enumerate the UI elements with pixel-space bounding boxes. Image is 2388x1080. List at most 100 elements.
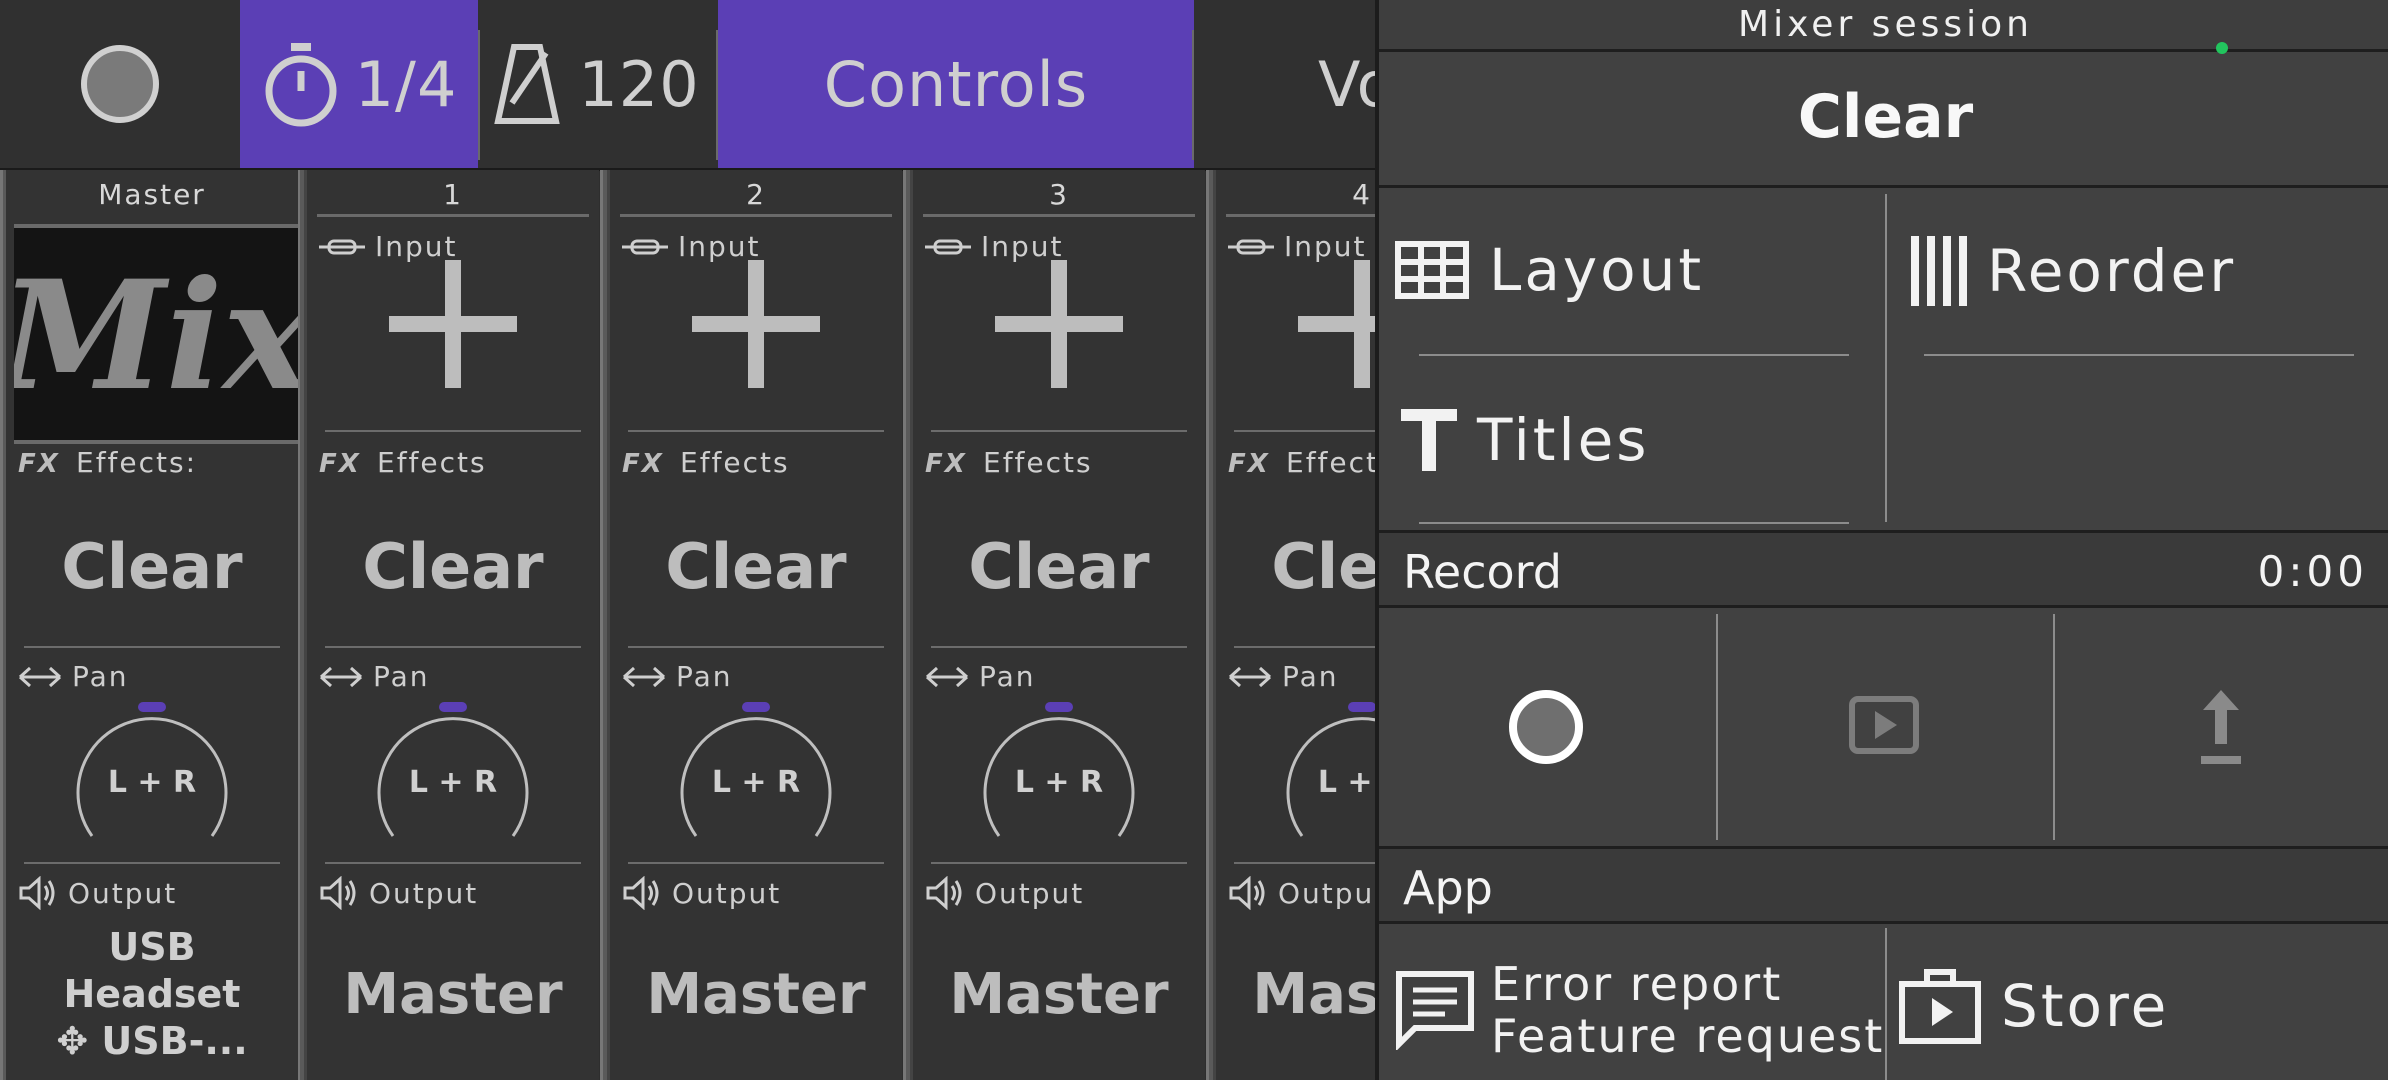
pan-indicator bbox=[1348, 702, 1375, 712]
divider bbox=[1419, 354, 1849, 356]
reorder-bars-icon bbox=[1911, 236, 1967, 306]
fx-icon: FX bbox=[319, 450, 361, 476]
effects-value[interactable]: Clear bbox=[6, 530, 298, 603]
pan-knob[interactable]: L + R bbox=[1280, 700, 1375, 850]
pan-arrows-icon bbox=[319, 666, 363, 687]
divider bbox=[1924, 354, 2354, 356]
feedback-labels: Error report Feature request bbox=[1491, 958, 1884, 1062]
pan-arrows-icon bbox=[925, 666, 969, 687]
divider bbox=[1419, 522, 1849, 524]
output-value[interactable]: Master bbox=[913, 962, 1205, 1027]
strip-divider bbox=[903, 170, 913, 1080]
divider bbox=[1226, 214, 1375, 217]
pan-indicator bbox=[138, 702, 166, 712]
output-label: Output bbox=[1228, 876, 1375, 910]
quantize-value: 1/4 bbox=[354, 47, 458, 121]
panel-title: Mixer session bbox=[1738, 4, 2033, 45]
add-plus-icon[interactable] bbox=[995, 260, 1123, 388]
pan-label-text: Pan bbox=[72, 660, 129, 693]
effects-label-text: Effects bbox=[983, 446, 1093, 479]
divider bbox=[2053, 614, 2055, 840]
record-circle-icon bbox=[1509, 690, 1583, 764]
titles-label: Titles bbox=[1477, 406, 1650, 474]
metronome-icon bbox=[494, 44, 561, 124]
layout-button[interactable]: Layout bbox=[1395, 236, 1704, 304]
add-plus-icon[interactable] bbox=[692, 260, 820, 388]
clear-button[interactable]: Clear bbox=[1379, 52, 2388, 188]
play-button[interactable] bbox=[1849, 696, 1919, 754]
output-value[interactable]: Master bbox=[307, 962, 599, 1027]
tab-next[interactable]: Vo bbox=[1194, 0, 1375, 168]
upload-button[interactable] bbox=[2199, 688, 2243, 766]
channel-name: 3 bbox=[1049, 178, 1069, 211]
feedback-icon bbox=[1396, 971, 1474, 1050]
divider bbox=[478, 30, 480, 160]
channel-strip: 2 Input FX Effects Clear Pan L + R Outpu… bbox=[610, 170, 902, 1080]
output-label-text: Output bbox=[68, 876, 178, 910]
svg-text:FX: FX bbox=[319, 450, 361, 476]
input-label: Input bbox=[925, 230, 1064, 263]
divider bbox=[1234, 646, 1375, 648]
title-t-icon bbox=[1401, 409, 1457, 471]
fx-icon: FX bbox=[18, 450, 58, 476]
record-label: Record bbox=[1403, 545, 1562, 599]
effects-value[interactable]: Clear bbox=[610, 530, 902, 603]
record-toggle-button[interactable] bbox=[0, 0, 240, 168]
transport-bar: 1/4 120 Controls Vo bbox=[0, 0, 1375, 171]
divider bbox=[325, 430, 581, 432]
record-button[interactable] bbox=[1507, 688, 1585, 766]
master-input-art[interactable]: Mix bbox=[0, 224, 314, 444]
divider bbox=[628, 646, 884, 648]
reorder-button[interactable]: Reorder bbox=[1909, 234, 2236, 308]
pan-knob[interactable]: L + R bbox=[977, 700, 1141, 850]
effects-value[interactable]: Clear bbox=[307, 530, 599, 603]
output-device[interactable]: USB Headset ✥ USB-... bbox=[6, 924, 298, 1065]
effects-label: FX Effects bbox=[925, 446, 1093, 479]
pan-arrows-icon bbox=[18, 666, 62, 687]
speaker-icon bbox=[1229, 876, 1265, 910]
effects-label: FX Effects bbox=[622, 446, 790, 479]
effects-value[interactable]: Clear bbox=[913, 530, 1205, 603]
app-section-header: App bbox=[1379, 846, 2388, 924]
store-button[interactable]: Store bbox=[1899, 968, 2169, 1044]
pan-knob[interactable]: L + R bbox=[371, 700, 535, 850]
pan-arrows-icon bbox=[622, 666, 666, 687]
titles-button[interactable]: Titles bbox=[1401, 406, 1650, 474]
store-icon bbox=[1899, 969, 1981, 1044]
divider bbox=[24, 862, 280, 864]
input-label: Input bbox=[1228, 230, 1367, 263]
output-label-text: Output bbox=[369, 876, 479, 910]
add-plus-icon[interactable] bbox=[1298, 260, 1375, 388]
output-label: Output bbox=[622, 876, 781, 910]
quantize-button[interactable]: 1/4 bbox=[240, 0, 478, 168]
output-label-text: Output bbox=[672, 876, 782, 910]
svg-text:FX: FX bbox=[925, 450, 967, 476]
app-label: App bbox=[1403, 861, 1493, 915]
speaker-icon bbox=[623, 876, 659, 910]
input-label-text: Input bbox=[375, 230, 458, 263]
effects-value[interactable]: Clear bbox=[1216, 530, 1375, 603]
divider bbox=[1716, 614, 1718, 840]
record-circle-icon bbox=[81, 45, 159, 123]
pan-label-text: Pan bbox=[979, 660, 1036, 693]
channel-strip-master: Master Mix FX Effects: Clear Pan L + R O… bbox=[0, 170, 314, 1080]
output-value[interactable]: Master bbox=[1216, 962, 1375, 1027]
pan-knob[interactable]: L + R bbox=[70, 700, 234, 850]
pan-value: L + R bbox=[712, 765, 800, 800]
output-label: Output bbox=[925, 876, 1084, 910]
grid-icon bbox=[1395, 241, 1469, 299]
divider bbox=[628, 862, 884, 864]
clear-label: Clear bbox=[1797, 82, 1974, 152]
feedback-button[interactable]: Error report Feature request bbox=[1395, 958, 1884, 1062]
strip-divider bbox=[1206, 170, 1216, 1080]
add-plus-icon[interactable] bbox=[389, 260, 517, 388]
svg-text:FX: FX bbox=[622, 450, 664, 476]
pan-knob[interactable]: L + R bbox=[674, 700, 838, 850]
fx-icon: FX bbox=[925, 450, 967, 476]
output-value[interactable]: Master bbox=[610, 962, 902, 1027]
tab-controls[interactable]: Controls bbox=[718, 0, 1194, 168]
input-link-icon bbox=[1228, 239, 1274, 254]
divider bbox=[620, 214, 892, 217]
tempo-button[interactable]: 120 bbox=[478, 0, 716, 168]
tab-controls-label: Controls bbox=[823, 47, 1089, 121]
